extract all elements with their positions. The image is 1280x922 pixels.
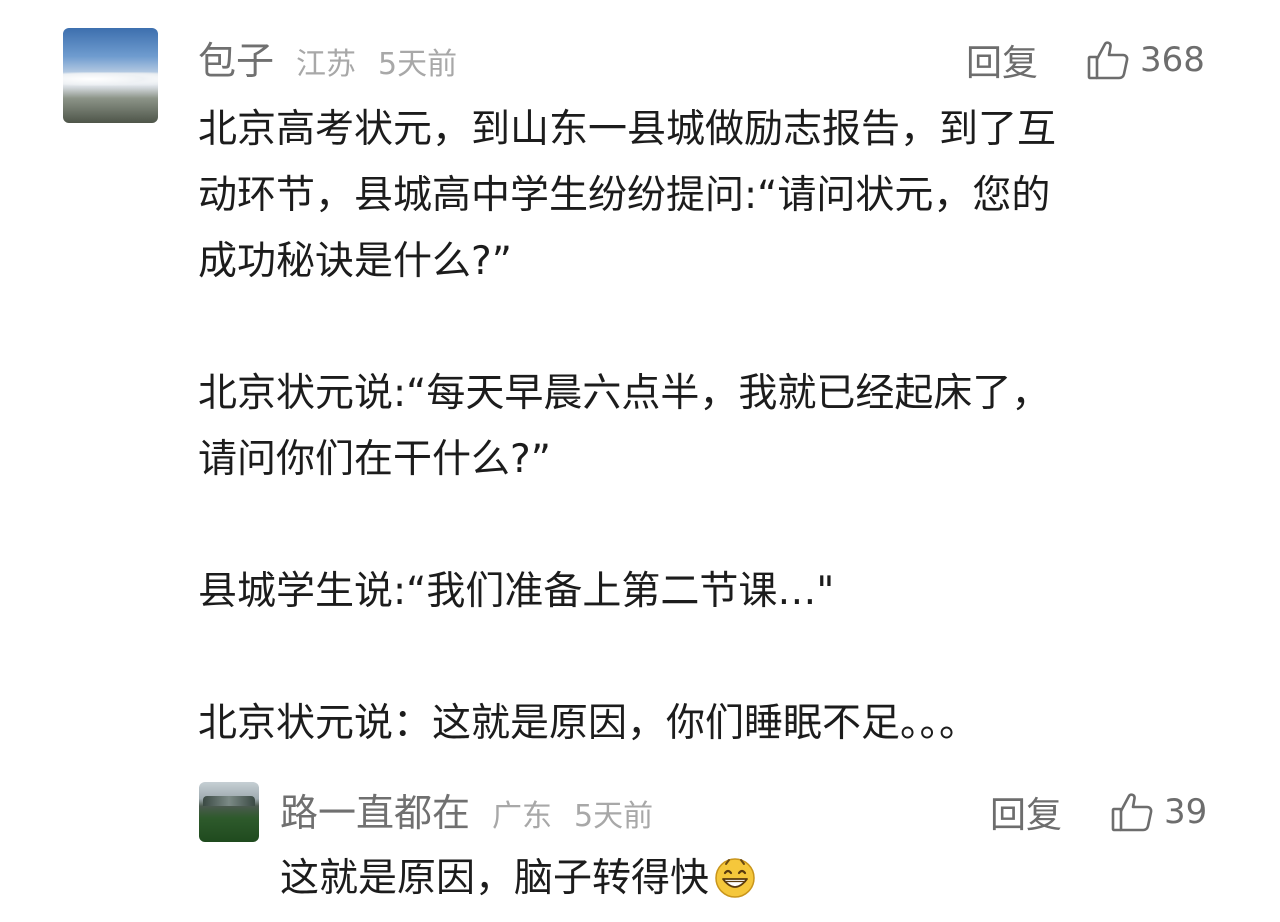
avatar[interactable] — [63, 28, 158, 123]
reply-username[interactable]: 路一直都在 — [280, 782, 470, 837]
reply-body: 这就是原因，脑子转得快 — [280, 846, 757, 912]
comment-body: 北京高考状元，到山东一县城做励志报告，到了互 动环节，县城高中学生纷纷提问:“请… — [198, 97, 1056, 757]
avatar-cloud — [63, 72, 158, 86]
text-line: 成功秘诀是什么?” — [198, 239, 512, 284]
text-line: 北京状元说:“每天早晨六点半，我就已经起床了， — [198, 371, 1051, 416]
avatar-stadium-stand — [203, 796, 255, 806]
text-line: 动环节，县城高中学生纷纷提问:“请问状元，您的 — [198, 173, 1051, 218]
paragraph-1: 北京高考状元，到山东一县城做励志报告，到了互 动环节，县城高中学生纷纷提问:“请… — [198, 97, 1056, 295]
reply-location: 广东 — [492, 799, 553, 834]
reply-text: 这就是原因，脑子转得快 — [280, 856, 710, 901]
paragraph-2: 北京状元说:“每天早晨六点半，我就已经起床了， 请问你们在干什么?” — [198, 361, 1056, 493]
text-line: 县城学生说:“我们准备上第二节课…" — [198, 569, 835, 614]
comment-actions: 回复 368 — [966, 34, 1205, 86]
grinning-face-icon — [715, 858, 755, 898]
like-button[interactable]: 368 — [1086, 38, 1205, 82]
text-line: 请问你们在干什么?” — [198, 437, 551, 482]
like-count: 368 — [1140, 40, 1205, 80]
username[interactable]: 包子 — [198, 30, 274, 85]
reply-button[interactable]: 回复 — [966, 34, 1038, 86]
reply-timestamp: 5天前 — [574, 799, 654, 834]
reply-actions: 回复 39 — [990, 786, 1207, 838]
text-line: 北京状元说：这就是原因，你们睡眠不足。。。 — [198, 701, 979, 746]
text-line: 北京高考状元，到山东一县城做励志报告，到了互 — [198, 107, 1057, 152]
timestamp: 5天前 — [378, 47, 458, 82]
paragraph-4: 北京状元说：这就是原因，你们睡眠不足。。。 — [198, 691, 1056, 757]
comment-meta: 包子 江苏 5天前 — [198, 30, 479, 85]
reply-like-button[interactable]: 39 — [1110, 790, 1207, 834]
thumbs-up-icon — [1111, 793, 1153, 832]
thumbs-up-icon — [1087, 41, 1129, 80]
paragraph-3: 县城学生说:“我们准备上第二节课…" — [198, 559, 1056, 625]
reply-meta: 路一直都在 广东 5天前 — [280, 782, 675, 837]
reply-reply-button[interactable]: 回复 — [990, 786, 1062, 838]
location: 江苏 — [296, 47, 357, 82]
reply-avatar[interactable] — [199, 782, 259, 842]
reply-like-count: 39 — [1164, 792, 1208, 832]
